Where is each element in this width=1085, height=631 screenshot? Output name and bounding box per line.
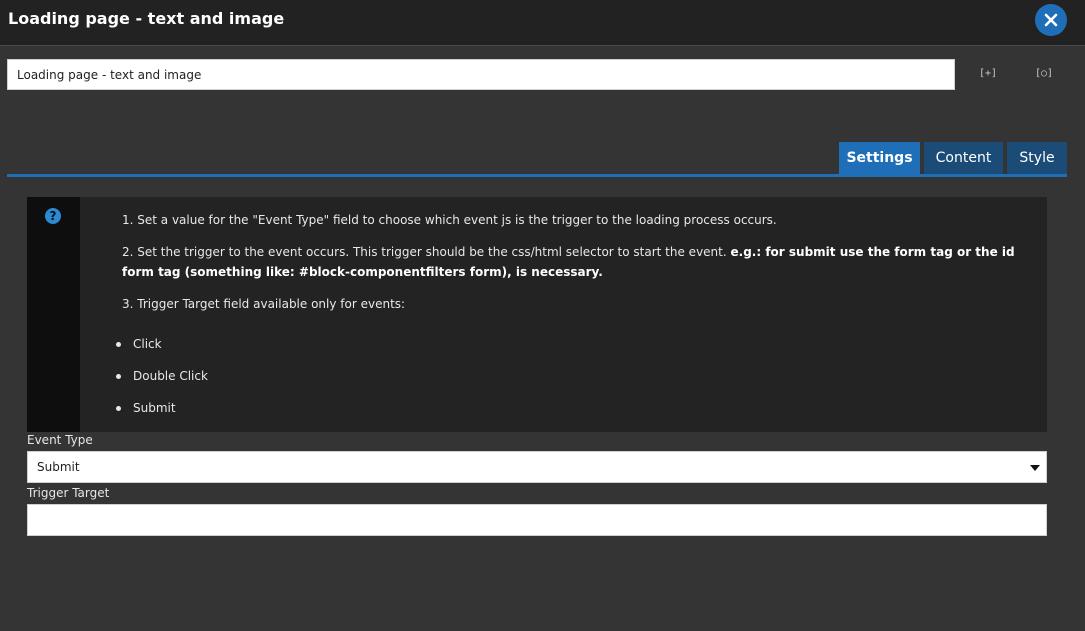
help-sidebar: ? <box>27 197 80 432</box>
list-item: Click <box>113 334 208 366</box>
dialog-titlebar: Loading page - text and image <box>0 0 1085 46</box>
help-text: 1. Set a value for the "Event Type" fiel… <box>122 210 1027 326</box>
close-button[interactable] <box>1035 4 1067 36</box>
dialog-title: Loading page - text and image <box>8 9 285 28</box>
help-step-2: 2. Set the trigger to the event occurs. … <box>122 242 1027 282</box>
list-item: Submit <box>113 398 208 430</box>
tab-content[interactable]: Content <box>924 142 1003 175</box>
tab-settings[interactable]: Settings <box>839 142 920 175</box>
tab-style[interactable]: Style <box>1007 142 1067 175</box>
question-circle-icon: ? <box>45 208 61 224</box>
block-name-input[interactable] <box>7 59 955 90</box>
help-panel: ? 1. Set a value for the "Event Type" fi… <box>27 197 1047 432</box>
tab-divider <box>7 174 1067 177</box>
trigger-target-input[interactable] <box>27 504 1047 536</box>
help-step-3: 3. Trigger Target field available only f… <box>122 297 406 311</box>
event-type-label: Event Type <box>27 433 93 447</box>
list-item: Double Click <box>113 366 208 398</box>
chevron-down-icon <box>1030 465 1040 471</box>
preview-button[interactable]: [○] <box>1035 66 1053 82</box>
help-step-2-text: 2. Set the trigger to the event occurs. … <box>122 245 727 259</box>
event-type-select[interactable]: Submit <box>27 451 1047 483</box>
event-type-value: Submit <box>37 460 80 474</box>
help-step-1: 1. Set a value for the "Event Type" fiel… <box>122 213 777 227</box>
close-icon <box>1044 13 1058 27</box>
expand-button[interactable]: [+] <box>979 66 997 82</box>
event-list: Click Double Click Submit <box>113 334 208 430</box>
trigger-target-label: Trigger Target <box>27 486 110 500</box>
